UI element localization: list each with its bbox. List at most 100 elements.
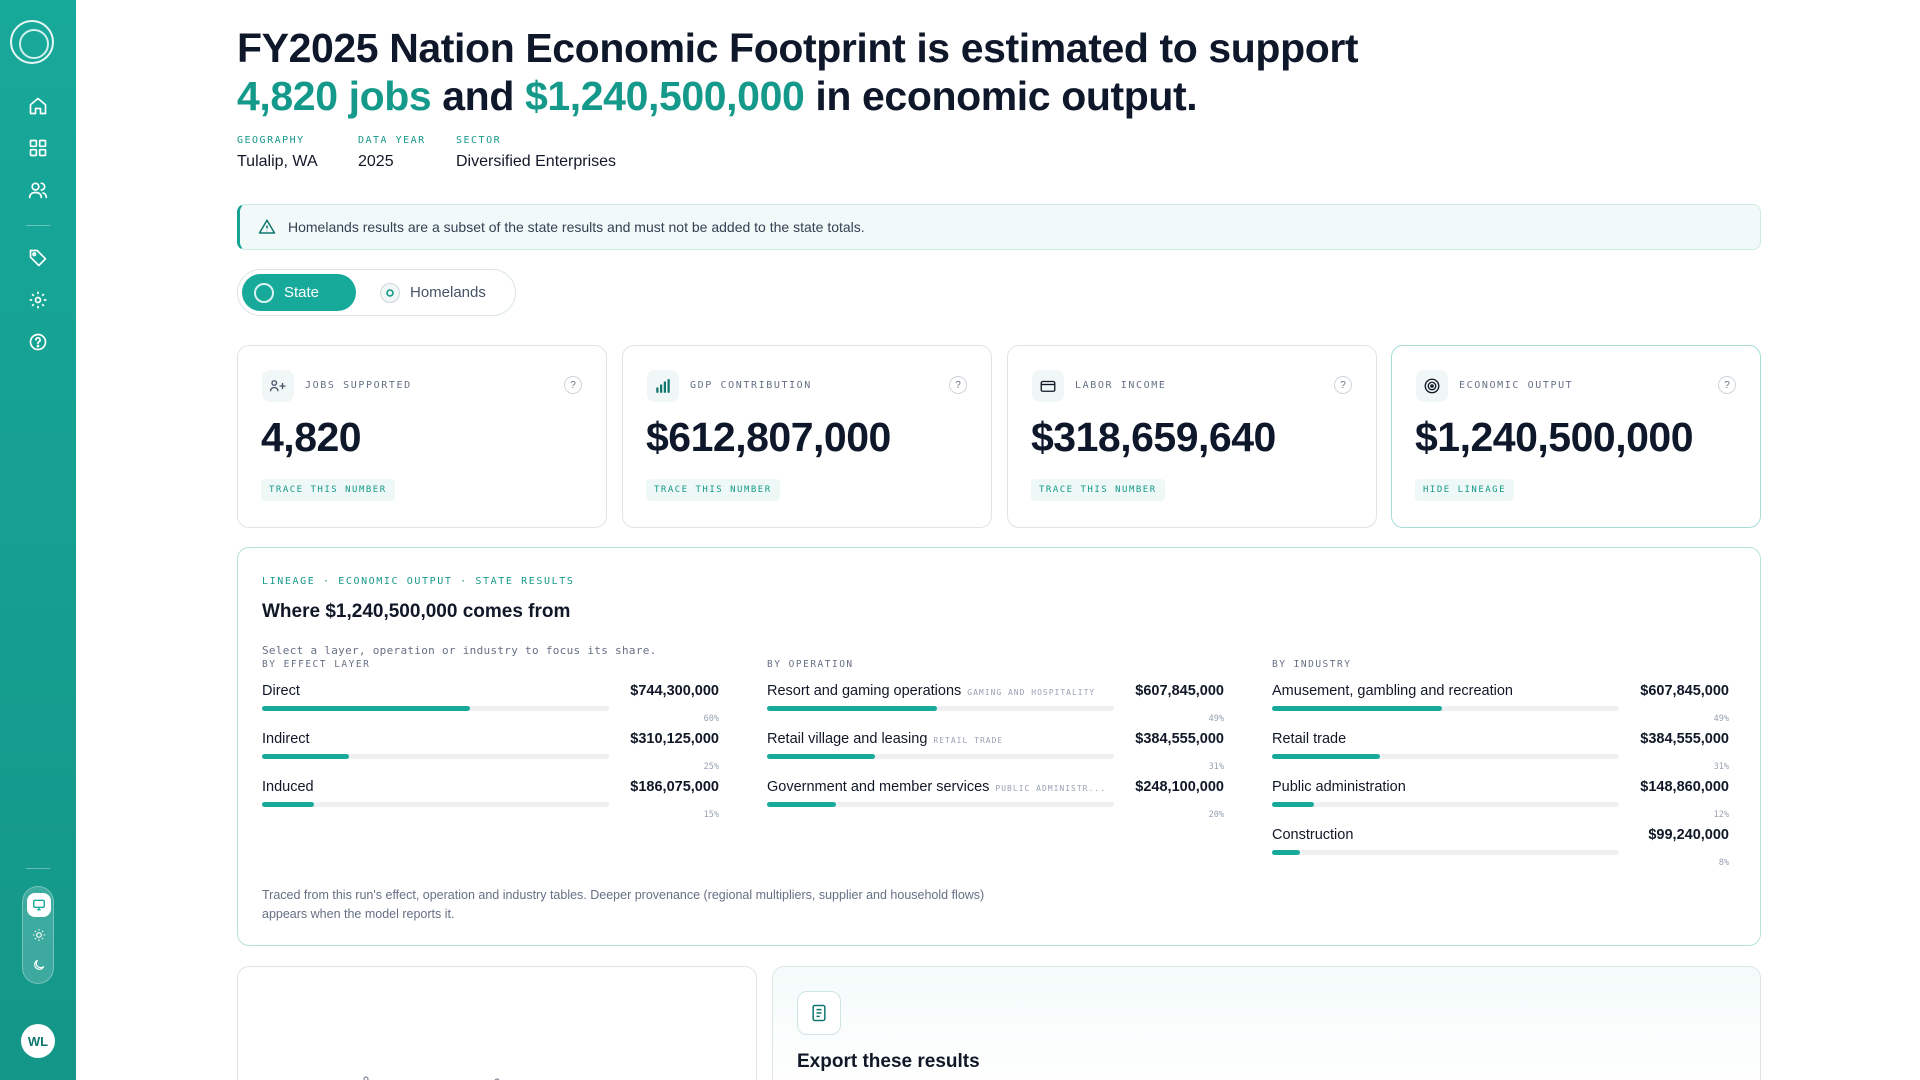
card-value: 4,820 — [261, 414, 362, 460]
lineage-hint: Select a layer, operation or industry to… — [262, 644, 657, 657]
lineage-breadcrumb: LINEAGE · ECONOMIC OUTPUT · STATE RESULT… — [262, 576, 575, 587]
row-percent: 8% — [1718, 858, 1729, 868]
row-label: Public administration — [1272, 779, 1406, 795]
share-bar-track — [262, 754, 609, 759]
help-icon[interactable]: ? — [949, 376, 967, 394]
home-icon[interactable] — [26, 94, 50, 118]
help-icon[interactable]: ? — [1334, 376, 1352, 394]
row-name: Retail village and leasing — [767, 731, 928, 747]
row-label: Indirect — [262, 731, 310, 747]
toggle-homelands-button[interactable]: Homelands — [368, 274, 502, 311]
users-icon[interactable] — [26, 178, 50, 202]
alert-text: Homelands results are a subset of the st… — [288, 219, 865, 235]
lineage-panel: LINEAGE · ECONOMIC OUTPUT · STATE RESULT… — [237, 547, 1761, 946]
wallet-icon — [1032, 370, 1064, 402]
subset-warning-alert: Homelands results are a subset of the st… — [237, 204, 1761, 250]
column-industry: BY INDUSTRY Amusement, gambling and recre… — [1272, 659, 1729, 868]
lineage-row[interactable]: Resort and gaming operations GAMING AND H… — [767, 675, 1224, 724]
row-name: Resort and gaming operations — [767, 683, 962, 699]
hide-lineage-button[interactable]: HIDE LINEAGE — [1415, 479, 1515, 501]
help-icon[interactable]: ? — [1718, 376, 1736, 394]
meta-label: SECTOR — [456, 135, 502, 146]
card-value: $318,659,640 — [1031, 414, 1276, 460]
row-value: $148,860,000 — [1640, 779, 1729, 795]
row-name: Induced — [262, 779, 314, 795]
row-name: Retail trade — [1272, 731, 1347, 747]
share-bar-track — [262, 802, 609, 807]
column-effect-layer: BY EFFECT LAYER Direct $744,300,000 60% Indi… — [262, 659, 719, 820]
share-bar-fill — [767, 802, 837, 807]
lineage-row[interactable]: Indirect $310,125,000 25% — [262, 723, 719, 772]
share-bar-fill — [1272, 754, 1380, 759]
lineage-row[interactable]: Public administration $148,860,000 12% — [1272, 771, 1729, 820]
lineage-row[interactable]: Induced $186,075,000 15% — [262, 771, 719, 820]
row-percent: 20% — [1208, 810, 1224, 820]
chart-preview — [363, 1076, 500, 1080]
share-bar-fill — [1272, 850, 1300, 855]
avatar[interactable]: WL — [21, 1024, 55, 1058]
share-bar-fill — [767, 706, 938, 711]
trace-number-button[interactable]: TRACE THIS NUMBER — [646, 479, 780, 501]
jobs-icon — [262, 370, 294, 402]
metric-card-labor-income[interactable]: LABOR INCOME ? $318,659,640 TRACE THIS N… — [1007, 345, 1377, 528]
meta-value: 2025 — [358, 153, 394, 170]
lineage-row[interactable]: Construction $99,240,000 8% — [1272, 819, 1729, 868]
headline-and: and — [442, 73, 514, 119]
column-heading: BY INDUSTRY — [1272, 659, 1352, 670]
meta-label: DATA YEAR — [358, 135, 426, 146]
lineage-row[interactable]: Retail village and leasing RETAIL TRADE $3… — [767, 723, 1224, 772]
column-heading: BY OPERATION — [767, 659, 854, 670]
metric-card-gdp[interactable]: GDP CONTRIBUTION ? $612,807,000 TRACE TH… — [622, 345, 992, 528]
homelands-icon — [380, 282, 400, 303]
help-icon[interactable] — [26, 330, 50, 354]
meta-geography: GEOGRAPHY Tulalip, WA — [237, 135, 318, 171]
row-percent: 15% — [703, 810, 719, 820]
warning-icon — [258, 217, 278, 237]
bar-chart-icon — [647, 370, 679, 402]
sun-icon[interactable] — [27, 923, 51, 947]
target-icon — [1416, 370, 1448, 402]
row-value: $607,845,000 — [1640, 683, 1729, 699]
lineage-row[interactable]: Amusement, gambling and recreation $607,8… — [1272, 675, 1729, 724]
help-icon[interactable]: ? — [564, 376, 582, 394]
card-label: JOBS SUPPORTED — [305, 380, 412, 391]
sidebar-divider — [26, 868, 50, 869]
lineage-row[interactable]: Retail trade $384,555,000 31% — [1272, 723, 1729, 772]
lineage-row[interactable]: Government and member services PUBLIC ADM… — [767, 771, 1224, 820]
lineage-footnote: Traced from this run's effect, operation… — [262, 888, 985, 921]
monitor-icon[interactable] — [27, 893, 51, 917]
share-bar-fill — [262, 706, 471, 711]
metric-card-economic-output[interactable]: ECONOMIC OUTPUT ? $1,240,500,000 HIDE LI… — [1391, 345, 1761, 528]
gear-icon[interactable] — [26, 288, 50, 312]
row-value: $384,555,000 — [1135, 731, 1224, 747]
lineage-row[interactable]: Direct $744,300,000 60% — [262, 675, 719, 724]
sidebar: WL — [0, 0, 76, 1080]
toggle-state-button[interactable]: State — [242, 274, 356, 311]
share-bar-track — [1272, 850, 1619, 855]
row-label: Direct — [262, 683, 300, 699]
app-logo[interactable] — [10, 20, 54, 64]
grid-icon[interactable] — [26, 136, 50, 160]
card-label: GDP CONTRIBUTION — [690, 380, 812, 391]
row-label: Induced — [262, 779, 314, 795]
row-name: Amusement, gambling and recreation — [1272, 683, 1513, 699]
trace-number-button[interactable]: TRACE THIS NUMBER — [261, 479, 395, 501]
moon-icon[interactable] — [27, 953, 51, 977]
toggle-state-label: State — [284, 284, 320, 301]
row-value: $186,075,000 — [630, 779, 719, 795]
row-label: Construction — [1272, 827, 1353, 843]
headline-jobs: 4,820 jobs — [237, 73, 432, 119]
card-value: $612,807,000 — [646, 414, 891, 460]
meta-data-year: DATA YEAR 2025 — [358, 135, 426, 171]
page-headline: FY2025 Nation Economic Footprint is esti… — [237, 24, 1537, 120]
share-bar-fill — [262, 802, 315, 807]
export-card: Export these results — [772, 966, 1761, 1080]
tag-icon[interactable] — [26, 246, 50, 270]
trace-number-button[interactable]: TRACE THIS NUMBER — [1031, 479, 1165, 501]
row-name: Government and member services — [767, 779, 990, 795]
card-value: $1,240,500,000 — [1415, 414, 1694, 460]
headline-line1: FY2025 Nation Economic Footprint is esti… — [237, 25, 1359, 71]
meta-sector: SECTOR Diversified Enterprises — [456, 135, 616, 171]
headline-line2-end: in economic output. — [815, 73, 1198, 119]
metric-card-jobs[interactable]: JOBS SUPPORTED ? 4,820 TRACE THIS NUMBER — [237, 345, 607, 528]
